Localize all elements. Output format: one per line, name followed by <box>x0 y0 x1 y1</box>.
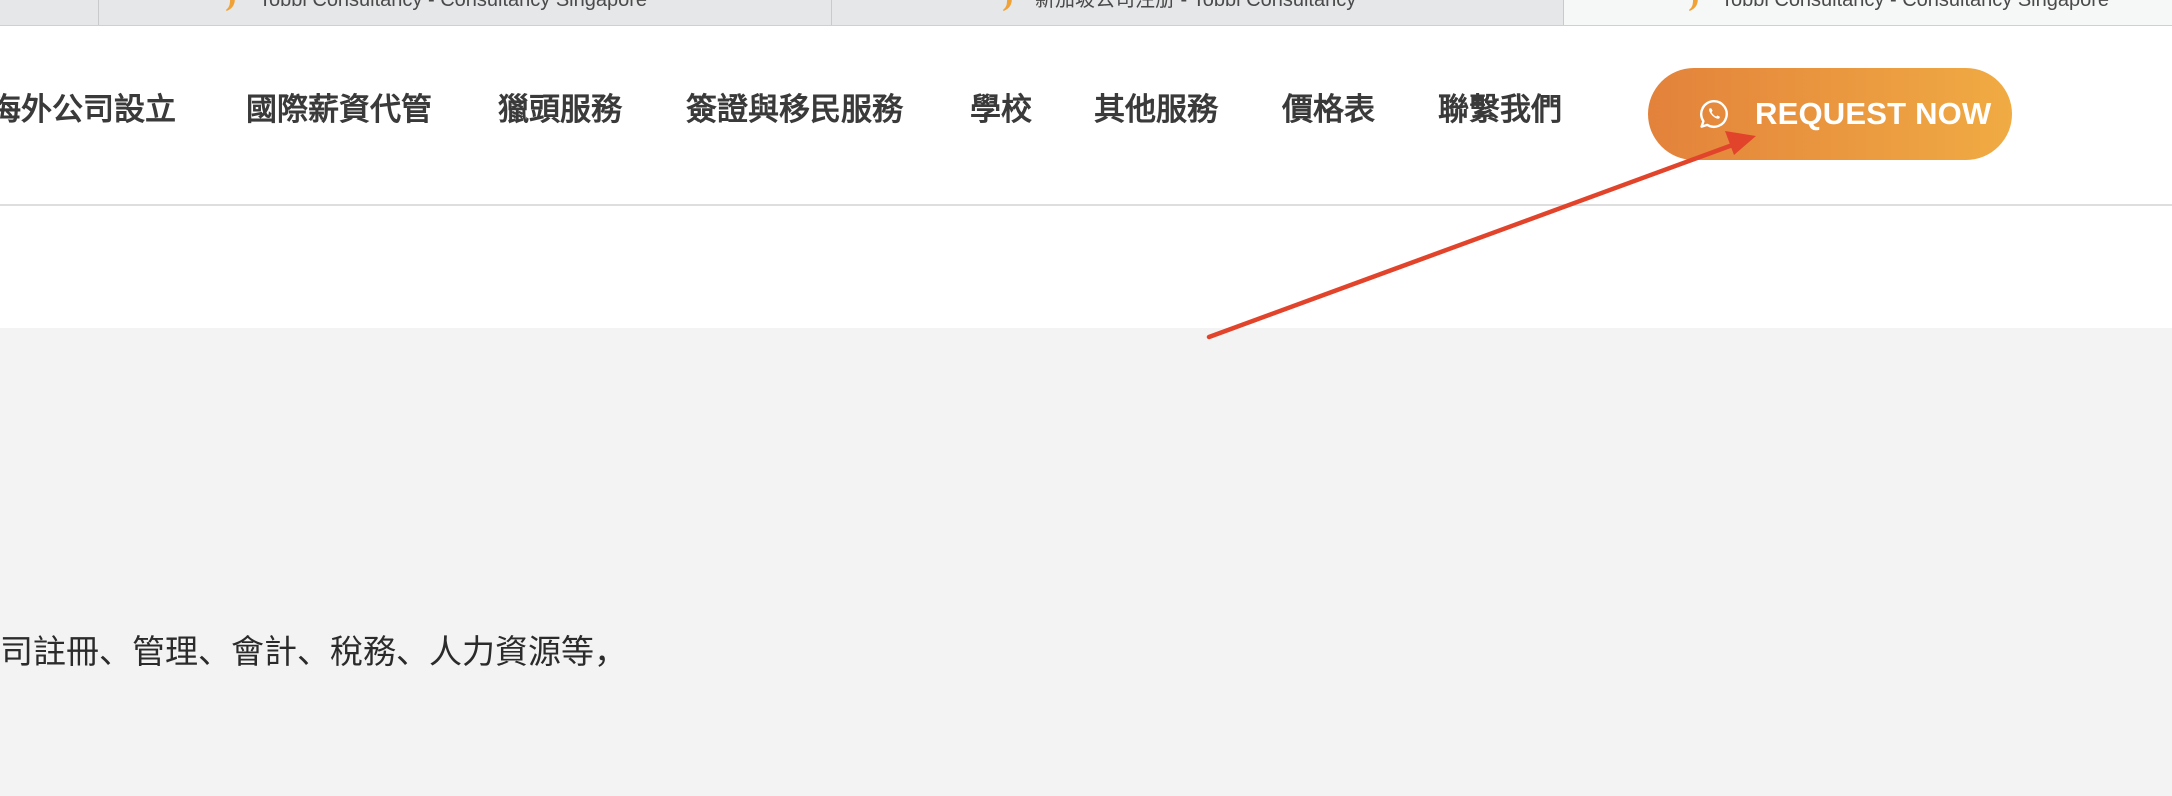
request-now-label: REQUEST NOW <box>1755 96 1992 131</box>
browser-tab-strip: ) Tobbi Consultancy - Consultancy Singap… <box>0 0 2172 26</box>
nav-item-visa-immigration[interactable]: 簽證與移民服務 <box>686 91 903 129</box>
nav-item-headhunting[interactable]: 獵頭服務 <box>498 91 622 129</box>
tobbi-favicon-icon: ) <box>1002 0 1014 12</box>
site-header: 海外公司設立 國際薪資代管 獵頭服務 簽證與移民服務 學校 其他服務 價格表 聯… <box>0 26 2172 206</box>
services-description: 司註冊、管理、會計、稅務、人力資源等， <box>0 632 627 671</box>
nav-item-pricing[interactable]: 價格表 <box>1282 91 1375 129</box>
nav-item-contact-us[interactable]: 聯繫我們 <box>1438 91 1562 129</box>
tobbi-favicon-icon: ) <box>225 0 237 12</box>
browser-tab-2[interactable]: ) 新加坡公司注册 - Tobbi Consultancy <box>831 0 1564 25</box>
browser-tab-1-title: Tobbi Consultancy - Consultancy Singapor… <box>259 0 647 11</box>
nav-item-international-payroll[interactable]: 國際薪資代管 <box>246 91 432 129</box>
browser-tab-3-active[interactable]: ) Tobbi Consultancy - Consultancy Singap… <box>1563 0 2172 25</box>
nav-item-overseas-company-setup[interactable]: 海外公司設立 <box>0 91 176 129</box>
content-section <box>0 328 2172 796</box>
whatsapp-icon <box>1700 99 1728 128</box>
nav-item-schools[interactable]: 學校 <box>970 91 1032 129</box>
hero-banner <box>0 206 2172 328</box>
tobbi-favicon-icon: ) <box>1688 0 1700 12</box>
browser-tab-partial[interactable] <box>0 0 98 25</box>
browser-tab-3-title: Tobbi Consultancy - Consultancy Singapor… <box>1721 0 2109 11</box>
request-now-button[interactable]: REQUEST NOW <box>1648 68 2012 160</box>
browser-tab-2-title: 新加坡公司注册 - Tobbi Consultancy <box>1035 0 1357 11</box>
nav-item-other-services[interactable]: 其他服務 <box>1094 91 1218 129</box>
browser-tab-1[interactable]: ) Tobbi Consultancy - Consultancy Singap… <box>98 0 832 25</box>
